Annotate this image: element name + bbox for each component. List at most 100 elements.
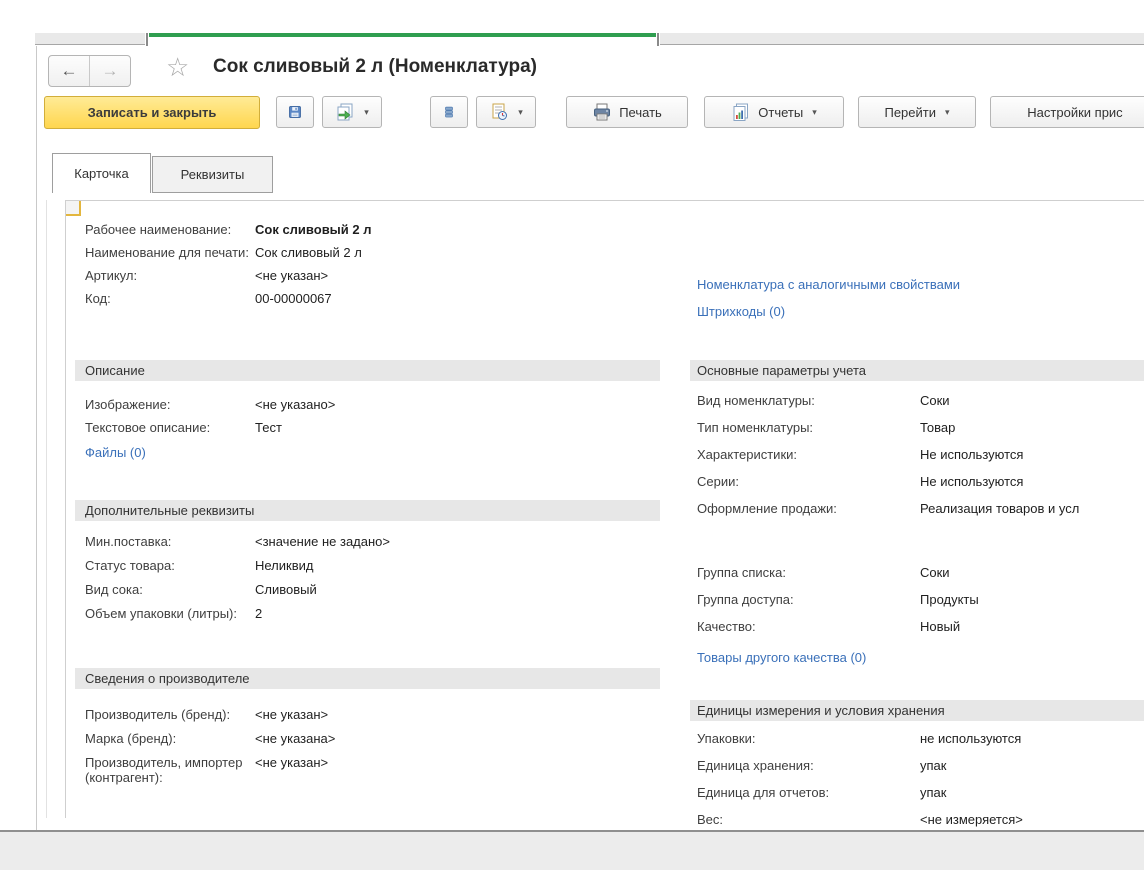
field-value: Сок сливовый 2 л (255, 245, 362, 260)
field-label: Вид сока: (85, 582, 255, 597)
field-row: Тип номенклатуры:Товар (690, 420, 1144, 447)
app-window: ← → ☆ Сок сливовый 2 л (Номенклатура) За… (0, 0, 1144, 870)
report-icon (731, 102, 751, 122)
section-header: Дополнительные реквизиты (75, 500, 660, 521)
dropdown-arrow-icon: ▾ (518, 107, 523, 118)
field-label: Единица хранения: (697, 758, 920, 773)
reports-dropdown-button[interactable]: Отчеты ▾ (704, 96, 844, 128)
field-row: Наименование для печати:Сок сливовый 2 л (75, 245, 660, 268)
form-section: Группа списка:СокиГруппа доступа:Продукт… (690, 565, 1144, 673)
field-row: Производитель (бренд):<не указан> (75, 707, 660, 731)
copy-icon (335, 102, 355, 122)
field-row: Мин.поставка:<значение не задано> (75, 534, 660, 558)
goto-dropdown-button[interactable]: Перейти ▾ (858, 96, 976, 128)
field-value: <значение не задано> (255, 534, 390, 549)
field-row: Серии:Не используются (690, 474, 1144, 501)
section-rows: Группа списка:СокиГруппа доступа:Продукт… (690, 565, 1144, 673)
form-section: Дополнительные реквизитыМин.поставка:<зн… (75, 500, 660, 630)
print-button[interactable]: Печать (566, 96, 688, 128)
form-section: Сведения о производителеПроизводитель (б… (75, 668, 660, 785)
field-value: упак (920, 785, 946, 800)
barcodes-link[interactable]: Штрихкоды (0) (690, 300, 1144, 327)
files-link[interactable]: Файлы (0) (75, 443, 660, 466)
section-rows: Вид номенклатуры:СокиТип номенклатуры:То… (690, 381, 1144, 528)
other-quality-goods-link[interactable]: Товары другого качества (0) (690, 646, 1144, 673)
field-value: Сливовый (255, 582, 317, 597)
field-row: Артикул:<не указан> (75, 268, 660, 291)
form-panel-top-border (65, 200, 1144, 201)
field-row: Производитель, импортер (контрагент):<не… (75, 755, 660, 785)
field-row: Изображение:<не указано> (75, 397, 660, 420)
history-dropdown-button[interactable]: ▾ (476, 96, 536, 128)
field-value: Соки (920, 393, 950, 408)
field-value: упак (920, 758, 946, 773)
field-value: не используются (920, 731, 1021, 746)
back-button[interactable]: ← (49, 56, 90, 86)
field-label: Качество: (697, 619, 920, 634)
form-corner-anchor (66, 201, 81, 216)
printer-icon (592, 102, 612, 122)
tab-rekvizity[interactable]: Реквизиты (152, 156, 273, 193)
form-section: Основные параметры учетаВид номенклатуры… (690, 360, 1144, 528)
section-rows: Мин.поставка:<значение не задано>Статус … (75, 521, 660, 630)
field-label: Вес: (697, 812, 920, 827)
dropdown-arrow-icon: ▾ (364, 107, 369, 118)
field-value: Не используются (920, 474, 1023, 489)
field-label: Наименование для печати: (85, 245, 255, 260)
field-value: <не указана> (255, 731, 335, 746)
field-value: 00-00000067 (255, 291, 332, 306)
section-header: Основные параметры учета (690, 360, 1144, 381)
field-label: Марка (бренд): (85, 731, 255, 746)
window-tab-left[interactable] (35, 33, 145, 45)
structure-button[interactable] (430, 96, 468, 128)
field-label: Текстовое описание: (85, 420, 255, 435)
goto-label: Перейти (884, 105, 936, 120)
save-close-button[interactable]: Записать и закрыть (44, 96, 260, 129)
star-icon[interactable]: ☆ (166, 52, 189, 83)
left-field-column: Рабочее наименование:Сок сливовый 2 лНаи… (75, 222, 660, 785)
field-label: Тип номенклатуры: (697, 420, 920, 435)
back-arrow-icon: ← (61, 61, 78, 81)
settings-label: Настройки прис (1027, 105, 1122, 120)
history-icon (489, 102, 509, 122)
field-label: Код: (85, 291, 255, 306)
field-value: Сок сливовый 2 л (255, 222, 372, 237)
field-label: Рабочее наименование: (85, 222, 255, 237)
field-label: Изображение: (85, 397, 255, 412)
field-label: Группа доступа: (697, 592, 920, 607)
field-value: <не указан> (255, 755, 328, 770)
field-value: Неликвид (255, 558, 313, 573)
field-label: Вид номенклатуры: (697, 393, 920, 408)
field-row: Объем упаковки (литры):2 (75, 606, 660, 630)
field-label: Производитель, импортер (контрагент): (85, 755, 255, 785)
window-tab-separator (146, 33, 148, 46)
forward-arrow-icon: → (102, 61, 119, 81)
field-label: Группа списка: (697, 565, 920, 580)
window-tab-separator (657, 33, 659, 46)
field-label: Характеристики: (697, 447, 920, 462)
field-label: Артикул: (85, 268, 255, 283)
similar-items-link[interactable]: Номенклатура с аналогичными свойствами (690, 273, 1144, 300)
field-value: <не измеряется> (920, 812, 1023, 827)
form-section: Единицы измерения и условия храненияУпак… (690, 700, 1144, 839)
form-panel-left-border (65, 200, 66, 818)
form-inner-border (46, 200, 47, 818)
save-button[interactable] (276, 96, 314, 128)
tab-kartochka[interactable]: Карточка (52, 153, 151, 193)
window-tab-right[interactable] (660, 33, 1144, 45)
copy-dropdown-button[interactable]: ▾ (322, 96, 382, 128)
field-value: Товар (920, 420, 955, 435)
field-row: Упаковки:не используются (690, 731, 1144, 758)
settings-button[interactable]: Настройки прис (990, 96, 1144, 128)
field-row: Рабочее наименование:Сок сливовый 2 л (75, 222, 660, 245)
top-links-block: Номенклатура с аналогичными свойствамиШт… (690, 273, 1144, 327)
field-row: Единица хранения:упак (690, 758, 1144, 785)
section-rows: Упаковки:не используютсяЕдиница хранения… (690, 721, 1144, 839)
active-window-tab-indicator[interactable] (149, 33, 656, 46)
field-row: Единица для отчетов:упак (690, 785, 1144, 812)
field-row: Группа доступа:Продукты (690, 592, 1144, 619)
page-title: Сок сливовый 2 л (Номенклатура) (213, 56, 537, 78)
section-rows: Изображение:<не указано>Текстовое описан… (75, 381, 660, 466)
field-value: Новый (920, 619, 960, 634)
forward-button[interactable]: → (90, 56, 130, 86)
